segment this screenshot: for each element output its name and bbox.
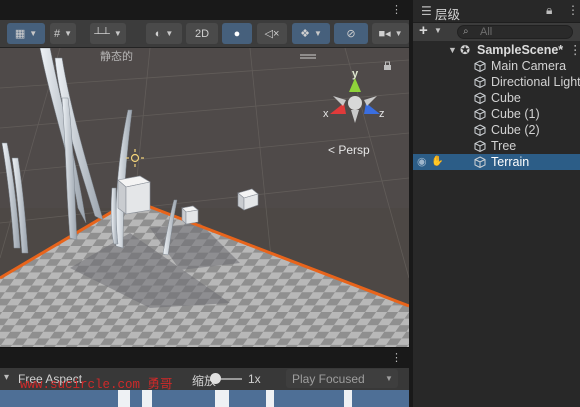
gameobject-cube-icon [474, 76, 486, 88]
grid-icon: # [53, 27, 61, 40]
scene-render [0, 48, 409, 347]
draw-mode-button[interactable]: ◐ ▼ [146, 23, 182, 44]
projection-toggle[interactable]: < Persp [328, 143, 370, 157]
hierarchy-toolbar: + ▼ ⌕ All [413, 22, 580, 41]
lighting-toggle-button[interactable]: ● [222, 23, 252, 44]
game-viewport[interactable] [0, 390, 409, 407]
audio-mute-icon: ◁× [264, 28, 280, 40]
scene-name: SampleScene* [477, 43, 564, 57]
hierarchy-item[interactable]: Cube (2) [413, 122, 580, 138]
chevron-down-icon: ▼ [394, 29, 403, 38]
chevron-down-icon: ▼ [385, 374, 393, 383]
scene-toolbar: ▦ ▼ # ▼ ┴┴ ▼ ◐ ▼ 2D ● ◁× ❖ ▼ ⊘ ■◂ ▼ [0, 20, 409, 48]
hierarchy-item[interactable]: Directional Light [413, 74, 580, 90]
toggle-2d-button[interactable]: 2D [186, 23, 218, 44]
hierarchy-search-input[interactable]: ⌕ All [457, 25, 573, 39]
shading-sphere-icon: ◐ [154, 27, 162, 40]
scene-menu-icon[interactable]: ⋮ [569, 42, 580, 58]
scene-viewport[interactable]: 静态的 y x z < Persp [0, 48, 409, 347]
expand-arrow-icon[interactable]: ▼ [448, 42, 457, 58]
video-camera-icon: ■◂ [378, 28, 391, 40]
hierarchy-item[interactable]: Main Camera [413, 58, 580, 74]
search-placeholder: All [480, 26, 493, 38]
search-icon: ⌕ [463, 26, 469, 37]
hierarchy-item-label: Main Camera [491, 59, 567, 73]
grid-snapping-button[interactable]: ▦ ▼ [7, 23, 45, 44]
display-menu-icon[interactable]: ▾ [4, 372, 9, 383]
chevron-down-icon: ▼ [64, 29, 73, 38]
game-render [118, 390, 352, 407]
hierarchy-item-label: Cube [491, 91, 521, 105]
gameobject-cube-icon [474, 124, 486, 136]
gameobject-cube-icon [474, 140, 486, 152]
gameobject-cube-icon [474, 108, 486, 120]
game-panel-menu-icon[interactable]: ⋮ [391, 351, 402, 364]
game-tab-bar: ⋮ [0, 347, 409, 368]
hierarchy-item-label: Cube (2) [491, 123, 540, 137]
ruler-icon: ┴┴ [94, 27, 110, 40]
add-object-button[interactable]: + [419, 22, 428, 39]
chevron-down-icon: ▼ [29, 29, 38, 38]
hierarchy-item[interactable]: Cube (1) [413, 106, 580, 122]
unity-scene-icon: ✪ [460, 43, 471, 57]
visibility-eye-icon[interactable]: ◉ [417, 154, 427, 170]
hierarchy-item[interactable]: Cube [413, 90, 580, 106]
gizmo-z-label: z [379, 108, 385, 120]
hierarchy-tab-title[interactable]: 层级 [435, 4, 460, 23]
hierarchy-item[interactable]: Tree [413, 138, 580, 154]
panel-menu-icon[interactable]: ⋮ [567, 3, 579, 17]
gameobject-cube-icon [474, 156, 486, 168]
eye-crossed-icon: ⊘ [346, 28, 356, 40]
hierarchy-panel: ☰ 层级 🔒︎ ⋮ + ▼ ⌕ All ▼ ✪ SampleScene* ⋮ M… [411, 0, 580, 407]
gameobject-cube-icon [474, 60, 486, 72]
scene-panel-menu-icon[interactable]: ⋮ [391, 3, 402, 16]
hierarchy-item-label: Directional Light [491, 75, 580, 89]
scale-slider-handle[interactable] [210, 373, 221, 384]
game-toolbar: ▾ Free Aspect 缩放 1x Play Focused ▼ www.s… [0, 368, 409, 392]
hierarchy-tab-bar: ☰ 层级 🔒︎ ⋮ [413, 0, 580, 23]
increment-snap-button[interactable]: ┴┴ ▼ [90, 23, 126, 44]
play-mode-label: Play Focused [292, 372, 365, 386]
hierarchy-item[interactable]: ◉ ✋ Terrain [413, 154, 580, 170]
audio-toggle-button[interactable]: ◁× [257, 23, 287, 44]
gizmo-x-label: x [323, 108, 329, 120]
camera-settings-button[interactable]: ■◂ ▼ [372, 23, 409, 44]
chevron-down-icon: ▼ [313, 29, 322, 38]
list-icon: ☰ [421, 4, 432, 18]
scene-root-row[interactable]: ▼ ✪ SampleScene* ⋮ [413, 42, 580, 58]
static-overlay-label: 静态的 [100, 51, 133, 63]
grid-snap-icon: ▦ [14, 28, 26, 40]
hierarchy-item-label: Tree [491, 139, 517, 153]
hierarchy-item-label: Terrain [491, 155, 530, 169]
grid-visibility-button[interactable]: # ▼ [50, 23, 76, 44]
chevron-down-icon: ▼ [113, 29, 122, 38]
scale-value: 1x [248, 372, 261, 386]
chevron-down-icon: ▼ [165, 29, 174, 38]
gizmo-y-label: y [352, 68, 359, 80]
gameobject-cube-icon [474, 92, 486, 104]
scene-tab-bar: ⋮ [0, 0, 409, 20]
pickable-hand-icon[interactable]: ✋ [431, 154, 443, 170]
hierarchy-item-label: Cube (1) [491, 107, 540, 121]
scene-visibility-button[interactable]: ⊘ [334, 23, 368, 44]
scene-panel: ⋮ ▦ ▼ # ▼ ┴┴ ▼ ◐ ▼ 2D ● ◁× ❖ ▼ ⊘ ■◂ ▼ 静态… [0, 0, 409, 347]
lock-icon[interactable]: 🔒︎ [546, 3, 552, 18]
mode-2d-label: 2D [194, 27, 210, 40]
light-bulb-icon: ● [233, 27, 241, 40]
chevron-down-icon: ▼ [434, 26, 442, 35]
effects-button[interactable]: ❖ ▼ [292, 23, 330, 44]
layers-icon: ❖ [300, 28, 310, 40]
